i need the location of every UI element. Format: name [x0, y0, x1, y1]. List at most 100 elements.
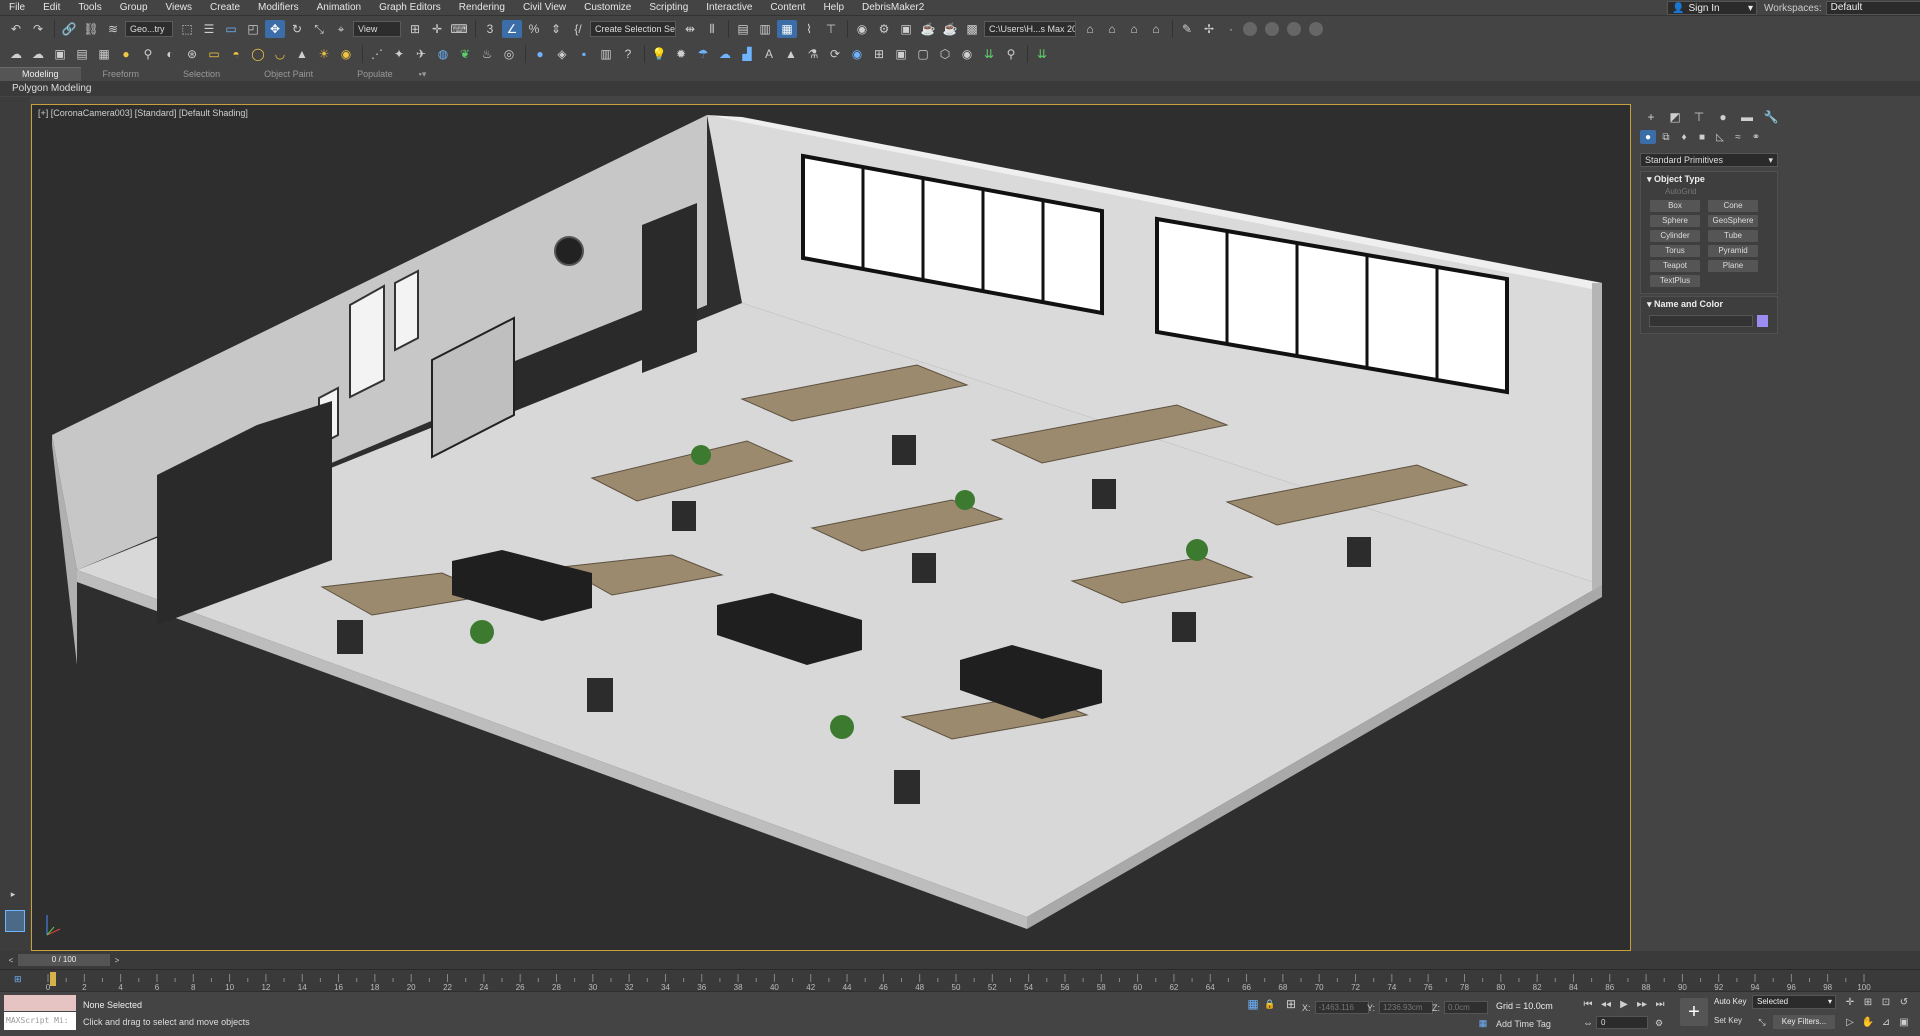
menu-item-file[interactable]: File [0, 0, 34, 16]
name-color-header[interactable]: ▾ Name and Color [1641, 297, 1777, 311]
select-and-scale-icon[interactable]: ⤡ [309, 20, 329, 38]
menu-item-create[interactable]: Create [201, 0, 249, 16]
chevron-double-down-icon[interactable]: ⇊ [979, 45, 999, 63]
snaps-toggle-icon[interactable]: 3 [480, 20, 500, 38]
open-project-icon[interactable]: ⌂ [1102, 20, 1122, 38]
primitive-tube-button[interactable]: Tube [1708, 230, 1758, 242]
fov-icon[interactable]: ▷ [1842, 1015, 1858, 1029]
key-selection-dropdown[interactable]: Selected ▾ [1752, 995, 1836, 1009]
modify-tab-icon[interactable]: ◩ [1664, 108, 1686, 126]
mirror-icon[interactable]: ⇹ [680, 20, 700, 38]
link-icon[interactable]: 🔗 [59, 20, 79, 38]
leaf-icon[interactable]: ❦ [455, 45, 475, 63]
polygon-modeling-label[interactable]: Polygon Modeling [12, 83, 92, 94]
primitive-sphere-button[interactable]: Sphere [1650, 215, 1700, 227]
menu-item-graph-editors[interactable]: Graph Editors [370, 0, 450, 16]
bind-space-warp-icon[interactable]: ≋ [103, 20, 123, 38]
viewport-icon[interactable]: ▣ [891, 45, 911, 63]
frame-icon[interactable]: ⊞ [869, 45, 889, 63]
rendered-frame-window-icon[interactable]: ▣ [896, 20, 916, 38]
status-circle-3[interactable] [1287, 22, 1301, 36]
expand-icon[interactable]: ▸ [5, 887, 21, 901]
selection-lock-icon[interactable]: 🔒 [1263, 997, 1277, 1011]
cycle-icon[interactable]: ⟳ [825, 45, 845, 63]
text-a-icon[interactable]: A [759, 45, 779, 63]
maxscript-listener[interactable] [4, 995, 76, 1011]
water-icon[interactable]: ☂ [693, 45, 713, 63]
window-crossing-icon[interactable]: ◰ [243, 20, 263, 38]
bowl-light-icon[interactable]: ◡ [270, 45, 290, 63]
time-next-icon[interactable]: > [112, 954, 122, 966]
shapes-icon[interactable]: ⧉ [1658, 130, 1674, 144]
object-name-input[interactable] [1649, 315, 1753, 327]
display-tab-icon[interactable]: ▬ [1736, 108, 1758, 126]
primitive-plane-button[interactable]: Plane [1708, 260, 1758, 272]
y-coordinate-field[interactable]: 1236.93cm [1379, 1001, 1434, 1014]
go-to-end-icon[interactable]: ⏭ [1652, 997, 1668, 1011]
menu-item-edit[interactable]: Edit [34, 0, 69, 16]
menu-item-rendering[interactable]: Rendering [450, 0, 514, 16]
menu-item-interactive[interactable]: Interactive [697, 0, 761, 16]
ribbon-tab-modeling[interactable]: Modeling [0, 67, 81, 81]
primitive-teapot-button[interactable]: Teapot [1650, 260, 1700, 272]
play-icon[interactable]: ▶ [1616, 997, 1632, 1011]
redo-icon[interactable]: ↷ [28, 20, 48, 38]
cloud-icon[interactable]: ☁ [28, 45, 48, 63]
add-time-tag[interactable]: Add Time Tag [1496, 1019, 1551, 1029]
systems-icon[interactable]: ⚭ [1748, 130, 1764, 144]
auto-key-button[interactable]: Auto Key [1714, 997, 1746, 1006]
eye-icon[interactable]: ◉ [957, 45, 977, 63]
primitive-cone-button[interactable]: Cone [1708, 200, 1758, 212]
bulb-icon[interactable]: 💡 [649, 45, 669, 63]
status-circle-1[interactable] [1243, 22, 1257, 36]
z-coordinate-field[interactable]: 0.0cm [1444, 1001, 1488, 1014]
autogrid-checkbox[interactable]: AutoGrid [1641, 186, 1777, 198]
absolute-mode-icon[interactable]: ⊞ [1283, 997, 1299, 1011]
primitive-cylinder-button[interactable]: Cylinder [1650, 230, 1700, 242]
key-filters-button[interactable]: Key Filters... [1773, 1015, 1835, 1029]
dome-light-icon[interactable]: ◓ [226, 45, 246, 63]
select-object-icon[interactable]: ⬚ [177, 20, 197, 38]
maximize-viewport-icon[interactable]: ▣ [1896, 1015, 1912, 1029]
lights-icon[interactable]: ♦ [1676, 130, 1692, 144]
help-icon[interactable]: ? [618, 45, 638, 63]
keyboard-shortcut-icon[interactable]: ⌨ [449, 20, 469, 38]
primitive-geosphere-button[interactable]: GeoSphere [1708, 215, 1758, 227]
camera-icon[interactable]: ✈ [411, 45, 431, 63]
ribbon-tab-populate[interactable]: Populate [335, 68, 415, 81]
primitive-pyramid-button[interactable]: Pyramid [1708, 245, 1758, 257]
chevron-double-down-green-icon[interactable]: ⇊ [1032, 45, 1052, 63]
fur-icon[interactable]: ♨ [477, 45, 497, 63]
light-lister-icon[interactable]: ● [116, 45, 136, 63]
geometry-icon[interactable]: ● [1640, 130, 1656, 144]
half-circle-icon[interactable]: ◐ [160, 45, 180, 63]
layer-explorer-icon[interactable]: ▥ [755, 20, 775, 38]
pan-icon[interactable]: ✋ [1860, 1015, 1876, 1029]
primitive-torus-button[interactable]: Torus [1650, 245, 1700, 257]
menu-item-tools[interactable]: Tools [69, 0, 110, 16]
vfb-icon[interactable]: ▥ [596, 45, 616, 63]
hierarchy-tab-icon[interactable]: ⊤ [1688, 108, 1710, 126]
cloud-tool-icon[interactable]: ☁ [715, 45, 735, 63]
utilities-tab-icon[interactable]: 🔧 [1760, 108, 1782, 126]
hair-icon[interactable]: ⚲ [138, 45, 158, 63]
sky-icon[interactable]: ◉ [336, 45, 356, 63]
edit-named-selection-icon[interactable]: {/ [568, 20, 588, 38]
track-bar[interactable]: ⊞ 0 2 4 6 8 10 12 14 16 18 20 22 24 26 28 30 32 34 36 38 40 4… [0, 969, 1920, 992]
table-icon[interactable]: ▦ [94, 45, 114, 63]
named-selection-dropdown[interactable]: Create Selection Se [590, 21, 676, 37]
select-and-move-icon[interactable]: ✥ [265, 20, 285, 38]
render-setup-icon[interactable]: ⚙ [874, 20, 894, 38]
next-frame-icon[interactable]: ▸▸ [1634, 997, 1650, 1011]
go-to-start-icon[interactable]: ⏮ [1580, 997, 1596, 1011]
pin-icon[interactable]: ⚲ [1001, 45, 1021, 63]
track-bar-icon[interactable]: ⊞ [14, 974, 22, 985]
menu-item-customize[interactable]: Customize [575, 0, 640, 16]
time-config-icon[interactable]: ⚙ [1652, 1016, 1666, 1030]
render-iterative-icon[interactable]: ☕ [940, 20, 960, 38]
render-activeshade-icon[interactable]: ▩ [962, 20, 982, 38]
decal-icon[interactable]: ◎ [499, 45, 519, 63]
orbit-icon[interactable]: ↺ [1896, 995, 1912, 1009]
rectangular-selection-icon[interactable]: ▭ [221, 20, 241, 38]
cameras-icon[interactable]: ■ [1694, 130, 1710, 144]
